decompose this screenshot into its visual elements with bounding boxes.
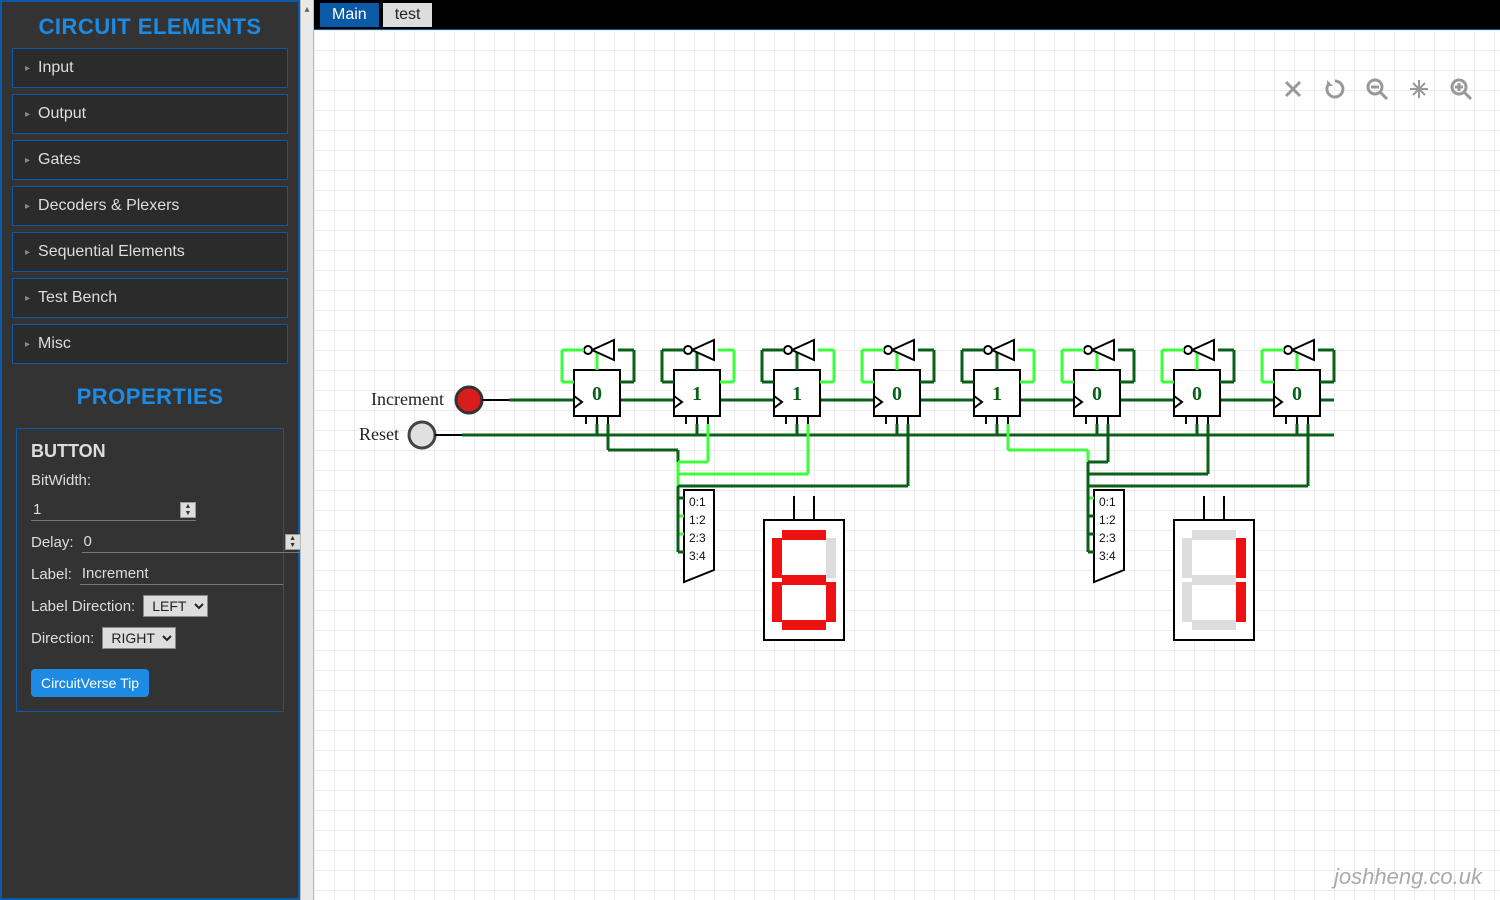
category-label: Gates <box>38 151 81 169</box>
category-label: Sequential Elements <box>38 243 185 261</box>
category-testbench[interactable]: ▸ Test Bench <box>12 278 288 318</box>
label-label: Label: <box>31 566 72 583</box>
canvas[interactable]: Increment Reset 0 1 1 0 1 0 0 0 0:1 1:2 2:3 3:4 <box>314 30 1500 900</box>
svg-text:0:1: 0:1 <box>689 495 706 509</box>
chevron-right-icon: ▸ <box>25 155 30 166</box>
svg-text:0: 0 <box>1292 383 1302 405</box>
category-label: Decoders & Plexers <box>38 197 179 215</box>
svg-text:1:2: 1:2 <box>689 513 706 527</box>
svg-text:0:1: 0:1 <box>1099 495 1116 509</box>
delay-stepper[interactable]: ▲▼ <box>285 534 301 550</box>
category-input[interactable]: ▸ Input <box>12 48 288 88</box>
svg-text:1: 1 <box>792 383 802 405</box>
reset-button[interactable] <box>409 422 435 448</box>
chevron-right-icon: ▸ <box>25 339 30 350</box>
properties-panel-title: PROPERTIES <box>2 372 298 418</box>
chevron-right-icon: ▸ <box>25 63 30 74</box>
category-label: Misc <box>38 335 71 353</box>
circuit-svg: Increment Reset 0 1 1 0 1 0 0 0 0:1 1:2 2:3 3:4 <box>314 30 1500 900</box>
delay-label: Delay: <box>31 534 74 551</box>
elements-panel-title: CIRCUIT ELEMENTS <box>2 2 298 48</box>
category-label: Input <box>38 59 74 77</box>
svg-text:3:4: 3:4 <box>1099 549 1116 563</box>
chevron-right-icon: ▸ <box>25 109 30 120</box>
bitwidth-stepper[interactable]: ▲▼ <box>180 502 196 518</box>
watermark: joshheng.co.uk <box>1334 864 1482 890</box>
direction-select[interactable]: RIGHT <box>102 627 176 649</box>
category-label: Output <box>38 105 86 123</box>
svg-text:2:3: 2:3 <box>1099 531 1116 545</box>
selected-component-name: BUTTON <box>31 441 269 462</box>
bitwidth-input[interactable] <box>31 499 180 520</box>
svg-text:0: 0 <box>892 383 902 405</box>
svg-text:1:2: 1:2 <box>1099 513 1116 527</box>
tab-bar: Main test <box>314 0 1500 30</box>
svg-text:3:4: 3:4 <box>689 549 706 563</box>
svg-text:2:3: 2:3 <box>689 531 706 545</box>
svg-text:1: 1 <box>992 383 1002 405</box>
svg-text:1: 1 <box>692 383 702 405</box>
delay-input[interactable] <box>82 531 285 552</box>
svg-text:0: 0 <box>592 383 602 405</box>
tab-test[interactable]: test <box>383 3 433 27</box>
panel-resizer[interactable] <box>300 0 314 900</box>
properties-panel: BUTTON BitWidth: ▲▼ Delay: ▲▼ <box>16 428 284 712</box>
chevron-right-icon: ▸ <box>25 247 30 258</box>
category-misc[interactable]: ▸ Misc <box>12 324 288 364</box>
tab-main[interactable]: Main <box>320 3 379 27</box>
increment-button[interactable] <box>456 387 482 413</box>
reset-text: Reset <box>359 424 399 444</box>
chevron-right-icon: ▸ <box>25 201 30 212</box>
labeldir-label: Label Direction: <box>31 598 135 615</box>
category-label: Test Bench <box>38 289 117 307</box>
seven-seg-left <box>764 496 844 640</box>
label-input[interactable] <box>80 563 283 585</box>
svg-text:0: 0 <box>1192 383 1202 405</box>
direction-label: Direction: <box>31 630 94 647</box>
seven-seg-right <box>1174 496 1254 640</box>
sidebar: CIRCUIT ELEMENTS ▸ Input ▸ Output ▸ Gates ▸… <box>0 0 300 900</box>
main-area: Main test Increment Reset <box>314 0 1500 900</box>
increment-text: Increment <box>371 389 444 409</box>
bitwidth-label: BitWidth: <box>31 472 91 489</box>
category-output[interactable]: ▸ Output <box>12 94 288 134</box>
svg-text:0: 0 <box>1092 383 1102 405</box>
category-list: ▸ Input ▸ Output ▸ Gates ▸ Decoders & Plexer… <box>2 48 298 372</box>
category-sequential[interactable]: ▸ Sequential Elements <box>12 232 288 272</box>
tip-button[interactable]: CircuitVerse Tip <box>31 669 149 697</box>
chevron-right-icon: ▸ <box>25 293 30 304</box>
category-gates[interactable]: ▸ Gates <box>12 140 288 180</box>
labeldir-select[interactable]: LEFT <box>143 595 208 617</box>
category-decoders[interactable]: ▸ Decoders & Plexers <box>12 186 288 226</box>
